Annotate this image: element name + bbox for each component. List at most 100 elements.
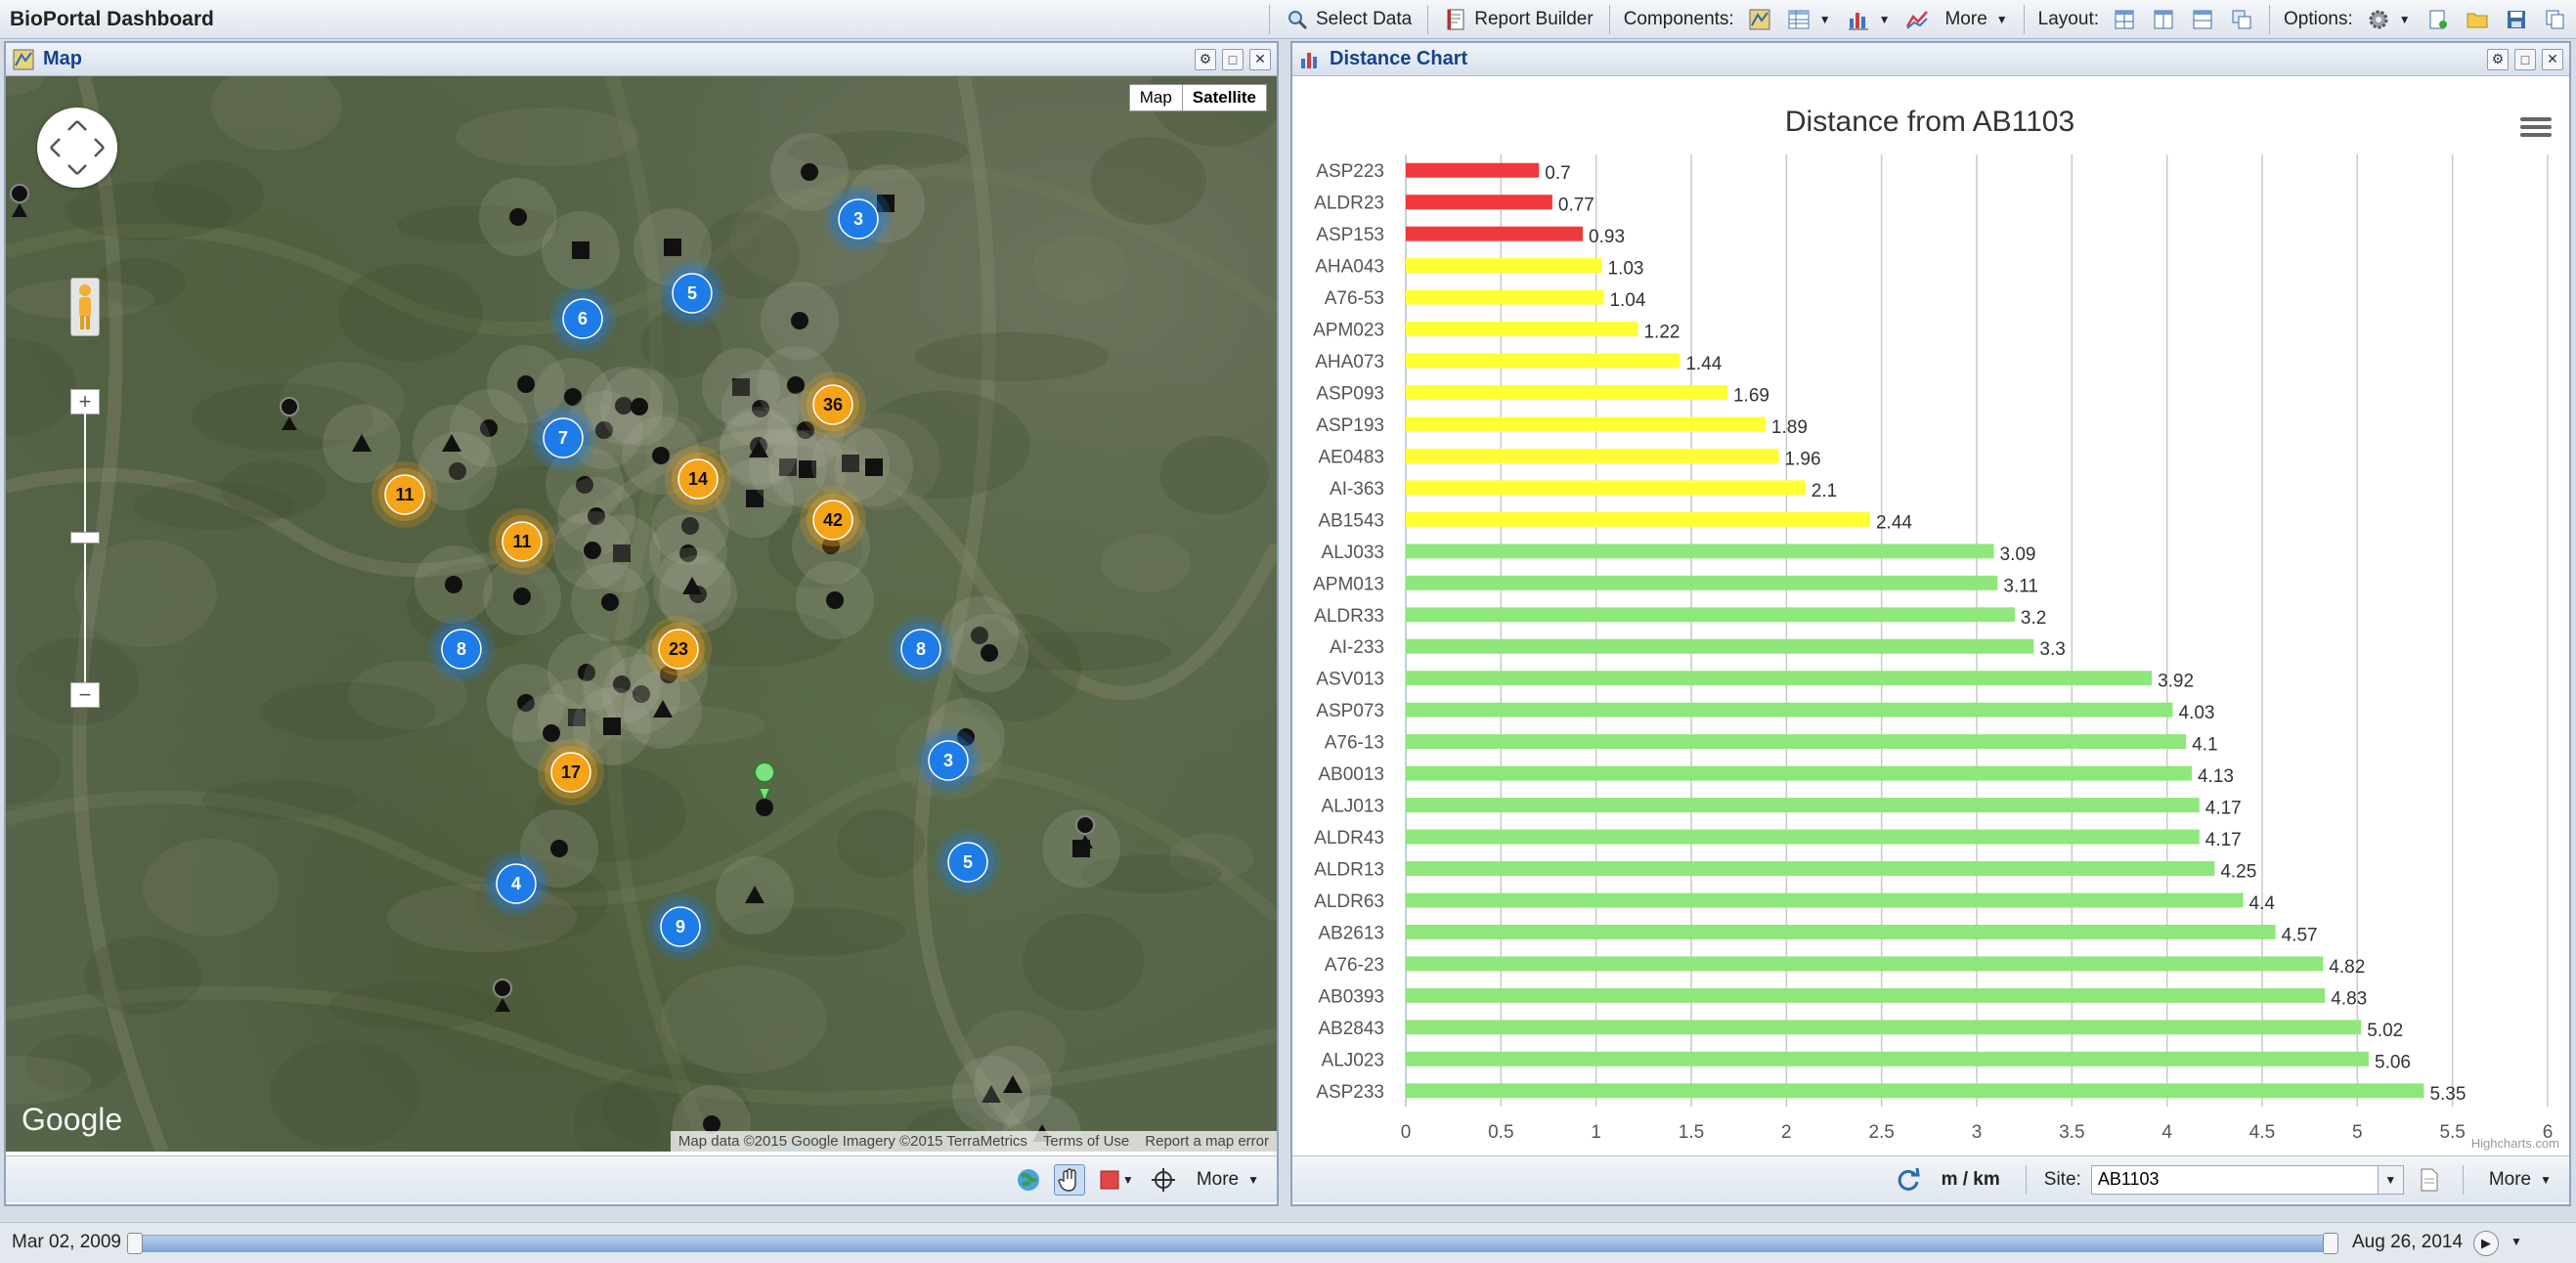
cluster-marker[interactable]: 23 bbox=[645, 616, 712, 682]
distance-bar[interactable] bbox=[1406, 226, 1584, 241]
chart-more-button[interactable]: More ▼ bbox=[2481, 1163, 2559, 1197]
cluster-marker[interactable]: 7 bbox=[530, 405, 596, 471]
close-button[interactable]: ✕ bbox=[1249, 48, 1271, 70]
globe-icon[interactable] bbox=[1013, 1164, 1044, 1196]
map-layer[interactable]: 356367141142118238317549418 bbox=[6, 76, 1277, 1152]
distance-bar[interactable] bbox=[1406, 1083, 2424, 1099]
more-components-button[interactable]: More ▼ bbox=[1937, 3, 2015, 36]
pan-hand-icon[interactable] bbox=[1053, 1163, 1085, 1196]
zoom-out-button[interactable]: − bbox=[70, 682, 100, 708]
distance-bar[interactable] bbox=[1406, 416, 1766, 432]
distance-bar[interactable] bbox=[1406, 734, 2187, 750]
add-map-component-button[interactable] bbox=[1740, 3, 1779, 36]
open-button[interactable] bbox=[2458, 3, 2497, 36]
chart-credit[interactable]: Highcharts.com bbox=[2471, 1136, 2559, 1151]
new-dashboard-button[interactable] bbox=[2419, 3, 2458, 36]
distance-bar[interactable] bbox=[1406, 671, 2153, 686]
chevron-down-icon[interactable]: ▼ bbox=[2377, 1165, 2403, 1194]
distance-bar[interactable] bbox=[1406, 322, 1638, 337]
save-button[interactable] bbox=[2497, 3, 2536, 36]
zoom-slider-handle[interactable] bbox=[70, 532, 100, 544]
chevron-down-icon[interactable]: ▼ bbox=[2511, 1235, 2522, 1248]
time-end-handle[interactable] bbox=[2323, 1233, 2338, 1254]
refresh-icon[interactable] bbox=[1893, 1164, 1924, 1196]
distance-bar[interactable] bbox=[1406, 861, 2215, 876]
occurrence-marker[interactable] bbox=[509, 208, 527, 226]
distance-bar[interactable] bbox=[1406, 511, 1870, 527]
add-bar-chart-button[interactable]: ▼ bbox=[1839, 3, 1899, 36]
units-toggle-button[interactable]: m / km bbox=[1934, 1163, 2008, 1197]
terms-of-use-link[interactable]: Terms of Use bbox=[1034, 1131, 1138, 1152]
distance-bar[interactable] bbox=[1406, 607, 2015, 623]
cluster-marker[interactable]: 14 bbox=[665, 446, 731, 512]
panel-settings-button[interactable]: ⚙ bbox=[1195, 48, 1216, 70]
distance-bar[interactable] bbox=[1406, 702, 2173, 718]
report-builder-button[interactable]: Report Builder bbox=[1436, 3, 1600, 36]
cluster-marker[interactable]: 9 bbox=[647, 893, 714, 960]
crosshair-icon[interactable] bbox=[1148, 1164, 1179, 1196]
add-table-component-button[interactable]: ▼ bbox=[1779, 3, 1839, 36]
panel-settings-button[interactable]: ⚙ bbox=[2487, 48, 2509, 70]
map-more-button[interactable]: More ▼ bbox=[1189, 1163, 1267, 1197]
cluster-marker[interactable]: 3 bbox=[915, 727, 982, 794]
distance-bar[interactable] bbox=[1406, 956, 2324, 972]
occurrence-marker[interactable] bbox=[981, 644, 998, 662]
cluster-marker[interactable]: 11 bbox=[371, 461, 438, 528]
distance-bar[interactable] bbox=[1406, 258, 1602, 274]
maximize-button[interactable]: □ bbox=[1222, 48, 1244, 70]
cluster-marker[interactable]: 36 bbox=[800, 371, 866, 438]
layout-option-1[interactable] bbox=[2105, 3, 2144, 36]
occurrence-marker[interactable] bbox=[517, 375, 535, 393]
distance-bar[interactable] bbox=[1406, 893, 2244, 908]
cluster-marker[interactable]: 4 bbox=[483, 850, 549, 917]
occurrence-marker[interactable] bbox=[603, 718, 621, 735]
maximize-button[interactable]: □ bbox=[2514, 48, 2536, 70]
occurrence-marker[interactable] bbox=[826, 591, 844, 609]
distance-bar[interactable] bbox=[1406, 448, 1779, 463]
distance-bar[interactable] bbox=[1406, 385, 1727, 400]
occurrence-marker[interactable] bbox=[550, 840, 568, 857]
time-start-handle[interactable] bbox=[127, 1233, 143, 1254]
distance-bar[interactable] bbox=[1406, 195, 1552, 210]
add-line-chart-button[interactable] bbox=[1898, 3, 1937, 36]
distance-bar[interactable] bbox=[1406, 765, 2192, 781]
cluster-marker[interactable]: 6 bbox=[549, 285, 616, 352]
time-range-track[interactable] bbox=[133, 1235, 2329, 1252]
occurrence-marker[interactable] bbox=[865, 458, 883, 476]
occurrence-marker[interactable] bbox=[445, 576, 462, 593]
distance-bar[interactable] bbox=[1406, 575, 1998, 590]
distance-bar[interactable] bbox=[1406, 987, 2326, 1003]
save-as-button[interactable] bbox=[2536, 3, 2575, 36]
occurrence-marker[interactable] bbox=[631, 398, 648, 415]
map-type-map-button[interactable]: Map bbox=[1130, 85, 1182, 110]
map-canvas[interactable]: 356367141142118238317549418 Map Satellit… bbox=[6, 76, 1277, 1152]
street-view-pegman-icon[interactable] bbox=[70, 278, 100, 336]
map-type-satellite-button[interactable]: Satellite bbox=[1181, 85, 1266, 110]
distance-bar[interactable] bbox=[1406, 1020, 2362, 1035]
distance-bar[interactable] bbox=[1406, 829, 2200, 845]
occurrence-marker[interactable] bbox=[572, 241, 589, 259]
distance-bar[interactable] bbox=[1406, 162, 1540, 178]
distance-bar[interactable] bbox=[1406, 289, 1604, 305]
settings-button[interactable]: ▼ bbox=[2359, 3, 2419, 36]
distance-bar[interactable] bbox=[1406, 353, 1681, 369]
occurrence-marker[interactable] bbox=[513, 588, 531, 605]
distance-bar[interactable] bbox=[1406, 798, 2200, 813]
occurrence-marker[interactable] bbox=[664, 239, 681, 256]
occurrence-marker[interactable] bbox=[543, 724, 560, 742]
occurrence-marker[interactable] bbox=[584, 542, 601, 559]
play-button[interactable]: ▶ bbox=[2473, 1231, 2499, 1256]
select-area-icon[interactable]: ▼ bbox=[1095, 1164, 1138, 1196]
site-combobox[interactable]: ▼ bbox=[2090, 1164, 2404, 1195]
chart-export-menu-icon[interactable] bbox=[2520, 113, 2552, 141]
layout-option-3[interactable] bbox=[2183, 3, 2222, 36]
cluster-marker[interactable]: 5 bbox=[659, 260, 725, 327]
distance-bar[interactable] bbox=[1406, 480, 1806, 496]
cluster-marker[interactable]: 8 bbox=[428, 616, 495, 682]
occurrence-marker[interactable] bbox=[652, 447, 670, 464]
distance-bar[interactable] bbox=[1406, 924, 2276, 939]
distance-bar[interactable] bbox=[1406, 638, 2034, 654]
cluster-marker[interactable]: 11 bbox=[489, 508, 555, 575]
site-input[interactable] bbox=[2091, 1169, 2378, 1190]
document-icon[interactable] bbox=[2414, 1164, 2445, 1196]
